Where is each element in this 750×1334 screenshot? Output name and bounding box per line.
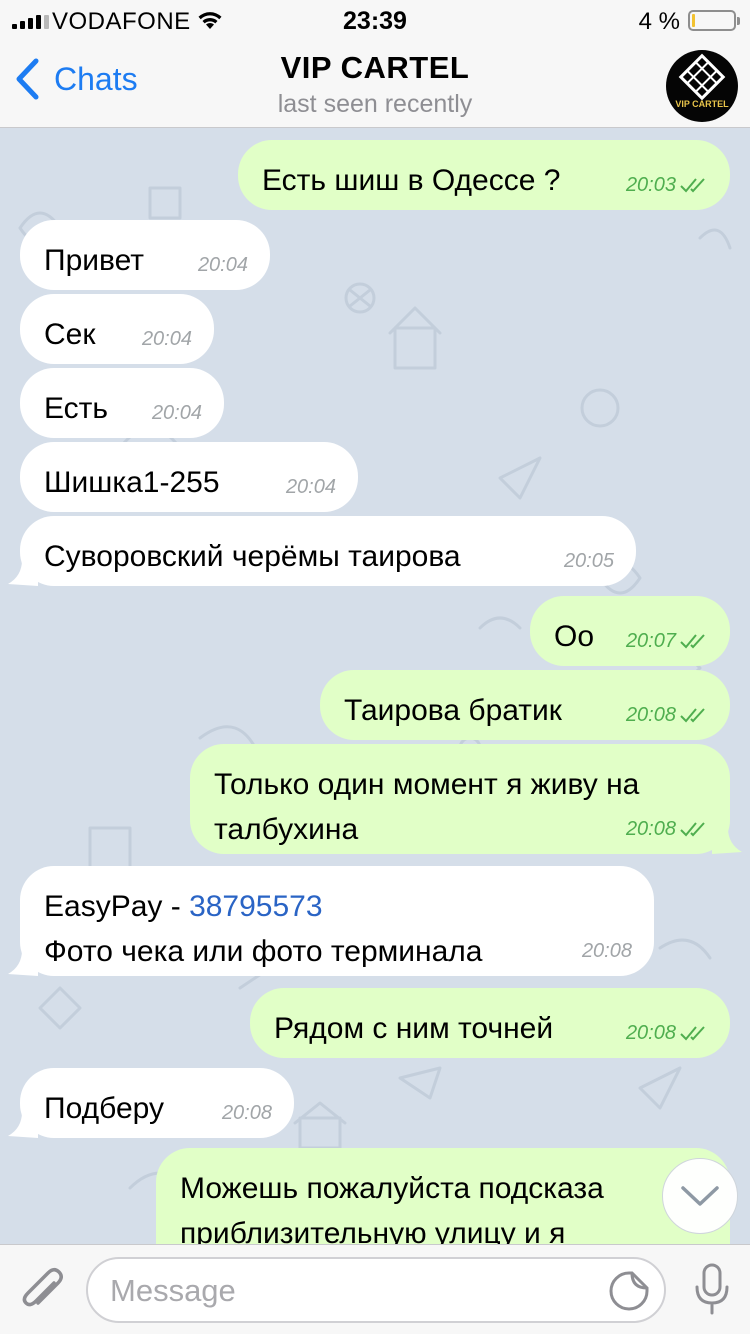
message-time: 20:05: [563, 550, 614, 572]
message-bubble-outgoing[interactable]: Рядом с ним точней 20:08: [250, 988, 730, 1058]
message-time: 20:08: [626, 1022, 708, 1044]
battery-icon: [688, 10, 740, 31]
message-bubble-incoming[interactable]: Шишка1-255 20:04: [20, 442, 358, 512]
message-bubble-outgoing[interactable]: Оо 20:07: [530, 596, 730, 666]
message-text-line: Только один момент я живу на: [214, 768, 640, 801]
message-text-line: EasyPay - 38795573: [44, 890, 323, 923]
double-check-icon: [680, 822, 705, 837]
chevron-down-icon: [681, 1186, 719, 1206]
logo-icon: [678, 53, 726, 101]
message-text-line: Фото чека или фото терминала: [44, 935, 483, 968]
message-text-line: Можешь пожалуйста подсказа: [180, 1172, 604, 1205]
message-time: 20:04: [197, 254, 248, 276]
message-bubble-incoming[interactable]: Сек 20:04: [20, 294, 214, 364]
double-check-icon: [680, 634, 705, 649]
message-bubble-outgoing[interactable]: Только один момент я живу на талбухина 2…: [190, 744, 730, 854]
message-text: Есть шиш в Одессе ?: [262, 164, 561, 197]
message-text: Оо: [554, 620, 595, 653]
message-bubble-incoming[interactable]: Привет 20:04: [20, 220, 270, 290]
double-check-icon: [680, 178, 705, 193]
message-input[interactable]: [110, 1271, 600, 1311]
clock: 23:39: [343, 7, 407, 35]
message-bubble-outgoing[interactable]: Таирова братик 20:08: [320, 670, 730, 740]
message-list[interactable]: Есть шиш в Одессе ? 20:03 Привет 20:04 С…: [0, 128, 750, 1244]
message-text: Рядом с ним точней: [274, 1012, 554, 1045]
message-time: 20:07: [626, 630, 708, 652]
message-time: 20:04: [151, 402, 202, 424]
message-bubble-incoming[interactable]: Суворовский черёмы таирова 20:05: [20, 516, 636, 586]
message-time: 20:04: [285, 476, 336, 498]
message-text: Привет: [44, 244, 145, 277]
message-bubble-outgoing[interactable]: Есть шиш в Одессе ? 20:03: [238, 140, 730, 210]
status-bar: VODAFONE 23:39 4 %: [0, 0, 750, 40]
paperclip-icon[interactable]: [18, 1265, 66, 1317]
message-text-line: приблизительную улицу и я: [180, 1217, 566, 1244]
message-text: Сек: [44, 318, 96, 351]
message-time: 20:08: [626, 704, 708, 726]
message-time: 20:08: [221, 1102, 272, 1124]
chat-title[interactable]: VIP CARTEL: [0, 50, 750, 86]
message-text: Суворовский черёмы таирова: [44, 540, 461, 573]
message-time: 20:08: [581, 940, 632, 962]
avatar[interactable]: VIP CARTEL: [666, 50, 738, 122]
message-text: Таирова братик: [344, 694, 562, 727]
message-text: Есть: [44, 392, 109, 425]
scroll-to-bottom-button[interactable]: [662, 1158, 738, 1234]
message-composer: [0, 1244, 750, 1334]
message-text: Подберу: [44, 1092, 164, 1125]
message-text: Шишка1-255: [44, 466, 220, 499]
message-time: 20:08: [626, 818, 708, 840]
phone-link[interactable]: 38795573: [189, 890, 322, 923]
message-input-container[interactable]: [86, 1257, 666, 1323]
microphone-icon[interactable]: [694, 1263, 730, 1317]
message-bubble-incoming[interactable]: Подберу 20:08: [20, 1068, 294, 1138]
sticker-icon[interactable]: [608, 1270, 650, 1312]
double-check-icon: [680, 1026, 705, 1041]
message-bubble-incoming[interactable]: EasyPay - 38795573 Фото чека или фото те…: [20, 866, 654, 976]
message-time: 20:03: [626, 174, 708, 196]
message-bubble-outgoing[interactable]: Можешь пожалуйста подсказа приблизительн…: [156, 1148, 730, 1244]
message-time: 20:04: [141, 328, 192, 350]
message-bubble-incoming[interactable]: Есть 20:04: [20, 368, 224, 438]
double-check-icon: [680, 708, 705, 723]
avatar-label: VIP CARTEL: [675, 99, 729, 109]
battery-percentage: 4 %: [638, 8, 680, 35]
chat-header: Chats VIP CARTEL last seen recently VIP …: [0, 40, 750, 128]
last-seen-status: last seen recently: [277, 90, 473, 118]
